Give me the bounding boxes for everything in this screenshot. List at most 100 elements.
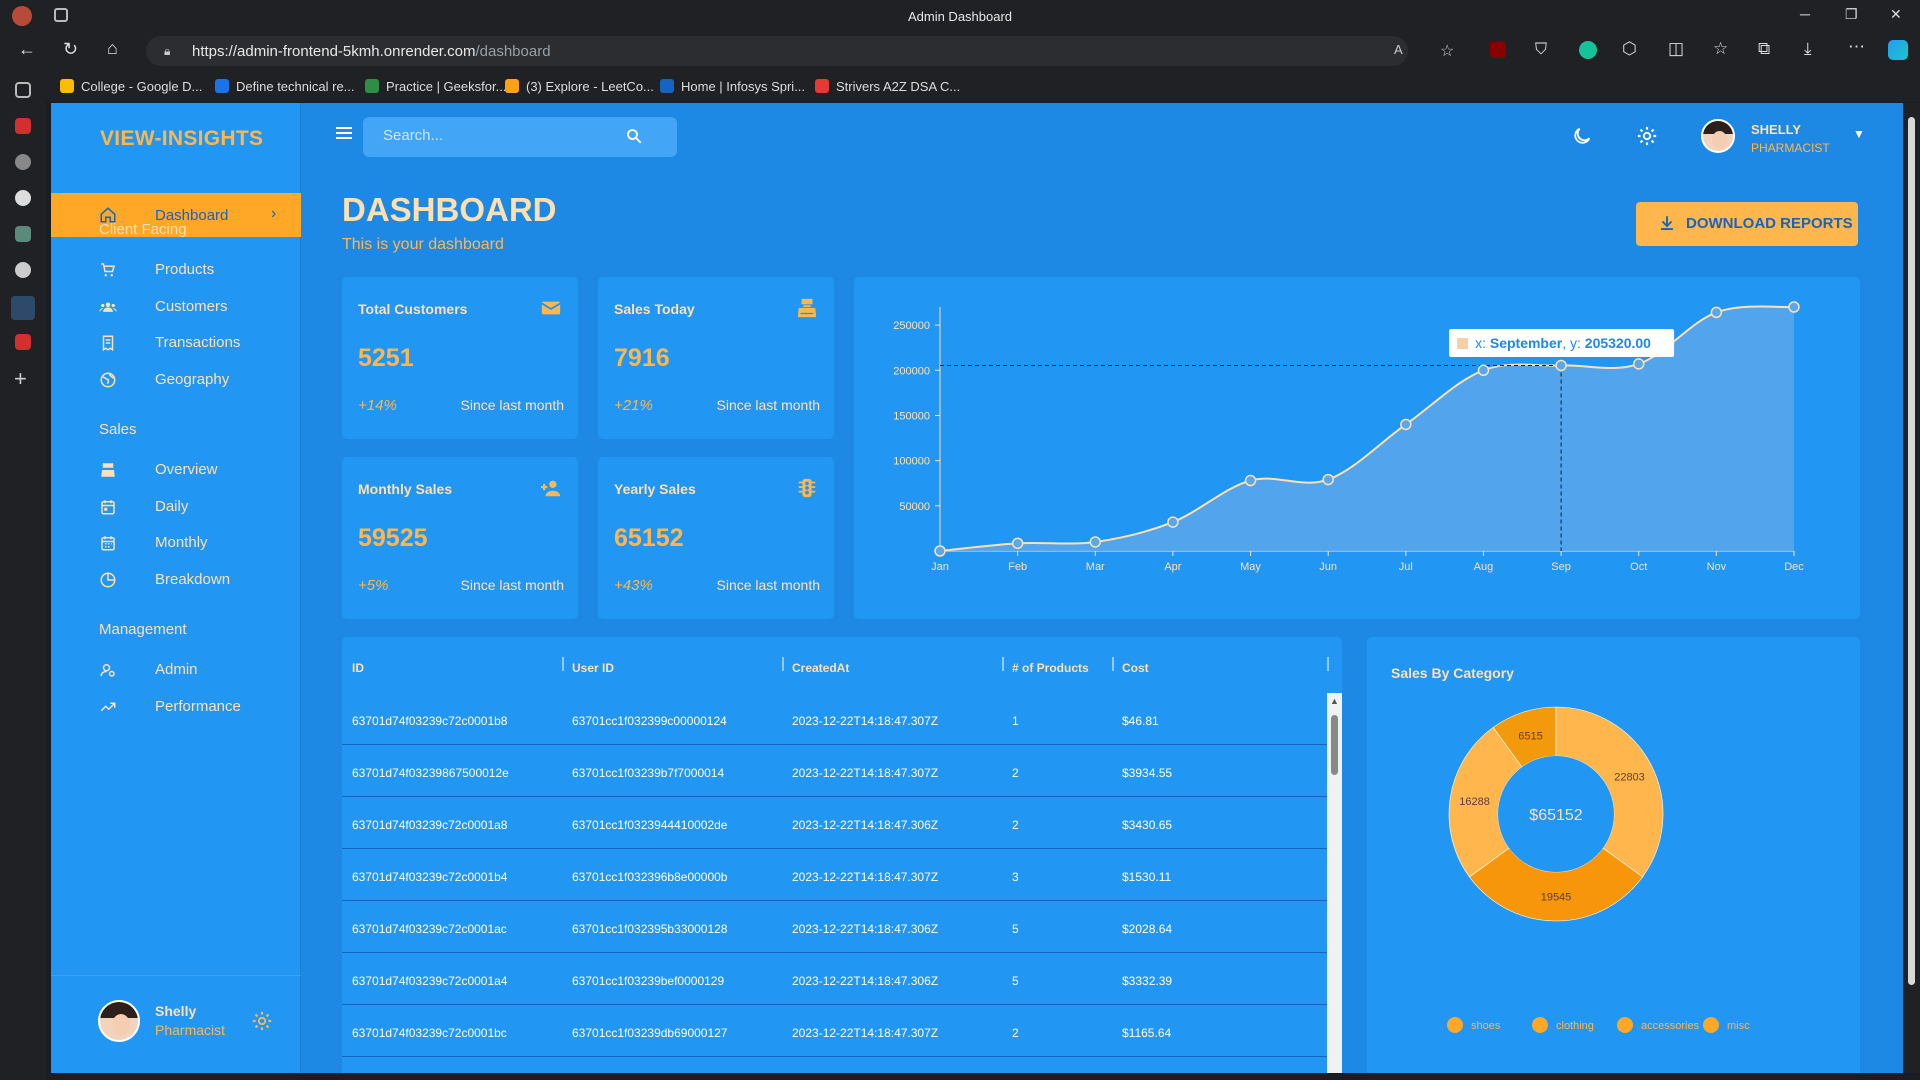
column-separator[interactable] [1112,657,1114,671]
chatgpt-tab-icon[interactable] [15,226,31,242]
bookmark-item[interactable]: Practice | Geeksfor... [365,79,506,94]
data-point[interactable] [1322,473,1334,486]
close-icon[interactable]: ✕ [1890,6,1902,23]
scroll-up-icon[interactable]: ▲ [1330,696,1339,706]
data-point[interactable] [1632,358,1645,370]
read-aloud-icon[interactable]: A [1394,42,1403,57]
data-point[interactable] [1167,516,1179,528]
search-icon[interactable] [625,127,643,145]
downloads-icon[interactable]: ⤓ [1804,39,1812,59]
column-header[interactable]: # of Products [1012,661,1089,675]
bookmark-item[interactable]: Strivers A2Z DSA C... [815,79,960,94]
github-tab-icon[interactable] [15,190,31,206]
dark-mode-icon[interactable] [1571,125,1593,147]
github-tab-icon[interactable] [15,154,31,170]
column-header[interactable]: Cost [1122,661,1149,675]
bookmark-item[interactable]: Home | Infosys Spri... [660,79,805,94]
restore-icon[interactable]: ❐ [1845,6,1858,23]
table-row[interactable]: 63701d74f03239c72c0001b4 63701cc1f032396b… [342,849,1327,901]
column-header[interactable]: CreatedAt [792,661,849,675]
download-reports-button[interactable]: DOWNLOAD REPORTS [1636,202,1858,246]
sidebar-item-overview[interactable]: Overview [51,452,301,488]
column-separator[interactable] [1002,657,1004,671]
column-header[interactable]: User ID [572,661,614,675]
youtube-tab-icon[interactable] [15,118,31,134]
home-icon[interactable]: ⌂ [107,38,118,59]
table-row[interactable]: 63701d74f03239c72c0001b8 63701cc1f032399c… [342,693,1327,745]
bookmark-item[interactable]: (3) Explore - LeetCo... [505,79,654,94]
admin-icon [100,664,115,677]
refresh-icon[interactable]: ↻ [63,39,78,60]
new-tab-icon[interactable]: + [14,366,27,392]
data-point[interactable] [1710,306,1723,319]
gear-icon[interactable] [251,1010,273,1032]
table-cell: 5 [1012,974,1019,988]
youtube-tab-icon[interactable] [15,334,31,350]
table-row[interactable]: 63701d74f03239867500012e 63701cc1f03239b7… [342,745,1327,797]
sidebar-item-admin[interactable]: Admin [51,652,301,688]
tab-icon[interactable] [15,262,31,278]
column-separator[interactable] [562,657,564,671]
data-point[interactable] [1089,536,1102,548]
sidebar-item-label: Admin [155,661,198,678]
bookmark-item[interactable]: College - Google D... [60,79,202,94]
legend-item-shoes[interactable]: shoes [1447,1017,1500,1033]
bookmark-item[interactable]: Define technical re... [215,79,355,94]
scrollbar-thumb[interactable] [1331,715,1338,775]
receipt-icon [102,335,114,352]
sidebar-item-daily[interactable]: Daily [51,489,301,525]
minimize-icon[interactable]: ─ [1800,6,1810,22]
tab-actions-icon[interactable] [15,82,31,98]
back-icon[interactable]: ← [18,39,36,60]
settings-icon[interactable] [1636,125,1658,147]
sidebar-item-transactions[interactable]: Transactions [51,325,301,361]
stat-card-value: 65152 [614,524,684,552]
favorite-star-icon[interactable]: ☆ [1440,41,1454,61]
table-scrollbar[interactable]: ▲ [1327,693,1342,1073]
table-row[interactable]: 63701d74f03239c72c0001ac 63701cc1f032395b… [342,901,1327,953]
avatar[interactable] [98,1000,140,1042]
sidebar-item-geography[interactable]: Geography [51,362,301,398]
sidebar-item-breakdown[interactable]: Breakdown [51,562,301,598]
legend-item-clothing[interactable]: clothing [1532,1017,1594,1033]
page-scrollbar[interactable] [1903,103,1920,1073]
data-point[interactable] [1788,301,1800,313]
ublock-extension-icon[interactable] [1490,42,1506,58]
data-point[interactable] [1244,474,1257,487]
x-tick-label: Dec [1784,561,1804,573]
sidebar-item-performance[interactable]: Performance [51,689,301,725]
legend-item-accessories[interactable]: accessories [1617,1017,1699,1033]
data-point[interactable] [1477,364,1490,377]
data-point[interactable] [1400,418,1412,431]
column-separator[interactable] [782,657,784,671]
data-point[interactable] [934,545,946,557]
extensions-icon[interactable]: ⬡ [1622,39,1637,59]
user-menu[interactable]: SHELLY PHARMACIST ▼ [1701,119,1871,155]
table-cell: 2023-12-22T14:18:47.306Z [792,818,939,832]
table-cell: $1530.11 [1122,870,1172,884]
collections-icon[interactable]: ⧉ [1758,39,1770,59]
column-header[interactable]: ID [352,661,364,675]
table-row[interactable]: 63701d74f03239c72c0001a4 63701cc1f03239be… [342,953,1327,1005]
table-row[interactable]: 63701d74f03239c72c0001a8 63701cc1f0323944… [342,797,1327,849]
legend-label: clothing [1556,1020,1594,1032]
sidebar-item-products[interactable]: Products [51,252,301,288]
grammarly-extension-icon[interactable] [1579,41,1597,59]
page-scrollbar-thumb[interactable] [1908,117,1915,985]
favorites-icon[interactable]: ☆ [1713,39,1728,59]
data-point[interactable] [1555,359,1567,372]
brave-shield-icon[interactable]: ⛉ [1535,41,1547,59]
sidebar-item-customers[interactable]: Customers [51,289,301,325]
search-input[interactable] [383,127,623,144]
column-separator[interactable] [1327,657,1329,671]
split-screen-icon[interactable]: ◫ [1668,39,1684,59]
data-point[interactable] [1011,537,1024,550]
menu-icon[interactable] [336,127,352,139]
more-options-icon[interactable]: ⋯ [1848,37,1865,57]
legend-item-misc[interactable]: misc [1703,1017,1750,1033]
sidebar-item-monthly[interactable]: Monthly [51,525,301,561]
copilot-icon[interactable] [1888,40,1908,60]
address-bar[interactable]: 🔒︎ https://admin-frontend-5kmh.onrender.… [146,36,1454,66]
table-row[interactable]: 63701d74f03239c72c0001bc 63701cc1f03239db… [342,1005,1327,1057]
admin-dashboard-tab-icon[interactable] [11,296,35,320]
